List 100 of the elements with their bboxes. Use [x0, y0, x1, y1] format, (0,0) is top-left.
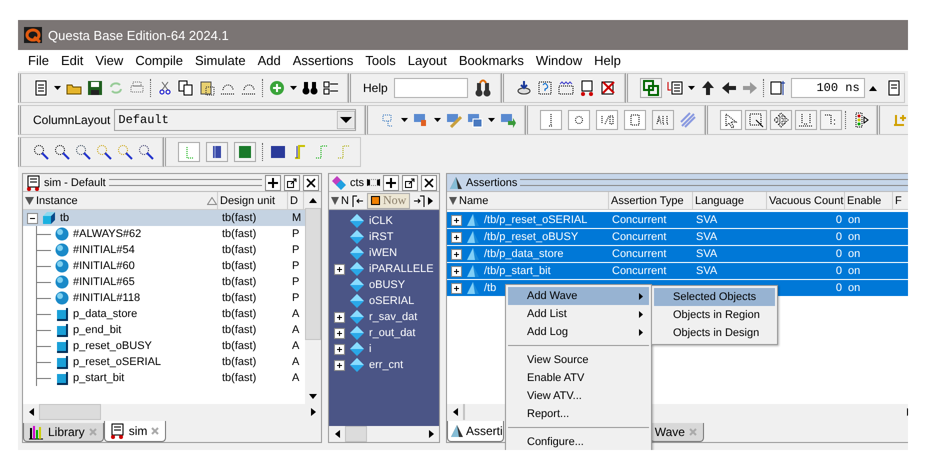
object-row[interactable]: iWEN [329, 245, 439, 261]
instance-row[interactable]: p_data_store tb(fast) A [37, 306, 305, 322]
menu-item[interactable]: Selected Objects [654, 288, 775, 306]
table-cell-text: M [291, 212, 301, 224]
assertion-row[interactable]: /tb/p_reset_oSERIAL Concurrent SVA 0 on [447, 212, 908, 228]
object-row[interactable]: err_cnt [329, 357, 439, 373]
menu-item[interactable]: File [22, 53, 55, 68]
menu-item[interactable]: Report... [508, 405, 649, 423]
column-header[interactable]: Name [459, 194, 488, 206]
table-cell-text: Concurrent [611, 265, 668, 277]
instance-row[interactable]: p_start_bit tb(fast) A [37, 370, 305, 386]
menu-item[interactable]: View Source [508, 351, 649, 369]
signal-name: iPARALLELE [369, 263, 434, 275]
object-row[interactable]: r_sav_dat [329, 309, 439, 325]
menu-item[interactable]: Add Wave [508, 287, 649, 305]
instance-row[interactable]: p_reset_oSERIAL tb(fast) A [37, 354, 305, 370]
table-cell-text: on [847, 282, 862, 294]
instance-row[interactable]: #INITIAL#60 tb(fast) P [37, 258, 305, 274]
instance-row[interactable]: #INITIAL#65 tb(fast) P [37, 274, 305, 290]
instance-name: p_end_bit [73, 324, 122, 336]
instance-row[interactable]: #INITIAL#118 tb(fast) P [37, 290, 305, 306]
panel-tab[interactable]: sim [104, 421, 166, 442]
design-unit-cell-text: tb(fast) [221, 276, 258, 288]
instance-row[interactable]: p_reset_oBUSY tb(fast) A [37, 338, 305, 354]
object-row[interactable]: oSERIAL [329, 293, 439, 309]
table-cell-text: 0 [834, 214, 843, 226]
signal-name: r_sav_dat [369, 311, 418, 323]
object-row[interactable]: iRST [329, 229, 439, 245]
assertion-row[interactable]: /tb/p_reset_oBUSY Concurrent SVA 0 on [447, 229, 908, 245]
assertion-name: /tb/p_data_store [484, 248, 564, 260]
table-cell-text: SVA [695, 231, 718, 243]
menu-item[interactable]: Enable ATV [508, 369, 649, 387]
panel-tab[interactable]: Asserti [447, 421, 504, 442]
menu-item[interactable]: Bookmarks [452, 53, 530, 68]
column-header[interactable]: Assertion Type [611, 194, 684, 206]
column-header[interactable]: Instance [36, 194, 205, 206]
design-unit-cell-text: tb(fast) [221, 228, 258, 240]
menu-item[interactable]: Window [530, 53, 588, 68]
instance-row[interactable]: tb tb(fast) M [23, 210, 305, 226]
menu-item[interactable]: Tools [359, 53, 402, 68]
instance-row[interactable]: p_end_bit tb(fast) A [37, 322, 305, 338]
column-header[interactable]: N [341, 194, 349, 206]
menu-item[interactable]: Objects in Region [654, 306, 775, 324]
table-cell-text: on [847, 265, 862, 277]
column-layout-select[interactable]: Default [114, 109, 356, 131]
instance-name: p_data_store [73, 308, 138, 320]
menu-item[interactable]: View [89, 53, 130, 68]
design-unit-cell-text: tb(fast) [221, 292, 258, 304]
table-cell-text: on [847, 231, 862, 243]
menu-item[interactable]: Assertions [286, 53, 360, 68]
signal-name: err_cnt [369, 359, 404, 371]
object-row[interactable]: i [329, 341, 439, 357]
instance-name: #INITIAL#118 [73, 292, 140, 304]
column-header[interactable]: F [895, 194, 902, 206]
menu-item[interactable]: Objects in Design [654, 324, 775, 342]
column-header[interactable]: D [290, 194, 298, 206]
instance-name: #INITIAL#60 [73, 260, 135, 272]
menu-item[interactable]: Layout [402, 53, 453, 68]
menu-item[interactable]: Add [252, 53, 287, 68]
design-unit-cell-text: tb(fast) [221, 244, 258, 256]
object-row[interactable]: iPARALLELE [329, 261, 439, 277]
instance-row[interactable]: #ALWAYS#62 tb(fast) P [37, 226, 305, 242]
menu-item[interactable]: View ATV... [508, 387, 649, 405]
design-unit-cell-text: tb(fast) [221, 324, 258, 336]
menu-item[interactable]: Compile [129, 53, 189, 68]
column-header[interactable]: Design unit [220, 194, 276, 206]
panel-tab[interactable]: Library [23, 423, 104, 442]
column-header[interactable]: Enable [847, 194, 882, 206]
panel-title: cts [350, 176, 364, 188]
instance-row[interactable]: #INITIAL#54 tb(fast) P [37, 242, 305, 258]
object-row[interactable]: oBUSY [329, 277, 439, 293]
signal-name: iRST [369, 231, 394, 243]
menu-item[interactable]: Help [588, 53, 627, 68]
table-cell-text: P [291, 260, 300, 272]
instance-name: p_reset_oBUSY [73, 340, 152, 352]
table-cell-text: P [291, 228, 300, 240]
table-cell-text: Concurrent [611, 214, 668, 226]
instance-name: #INITIAL#54 [73, 244, 135, 256]
menu-item[interactable]: Add List [508, 305, 649, 323]
assertion-row[interactable]: /tb/p_start_bit Concurrent SVA 0 on [447, 263, 908, 279]
column-header[interactable]: Vacuous Count [769, 194, 844, 206]
assertion-row[interactable]: /tb/p_data_store Concurrent SVA 0 on [447, 246, 908, 262]
object-row[interactable]: r_out_dat [329, 325, 439, 341]
table-cell-text: A [291, 372, 300, 384]
panel-tab[interactable]: Wave [650, 423, 704, 442]
column-header[interactable]: Language [695, 194, 744, 206]
instance-name: p_start_bit [73, 372, 124, 384]
table-cell-text: 0 [834, 248, 843, 260]
menu-item[interactable]: Edit [54, 53, 90, 68]
table-cell-text: SVA [695, 265, 718, 277]
instance-name: #INITIAL#65 [73, 276, 135, 288]
menu-item[interactable]: Configure... [508, 433, 649, 450]
time-field[interactable]: 100 ns [790, 78, 865, 98]
instance-name: tb [60, 212, 70, 224]
menu-item[interactable]: Add Log [508, 323, 649, 341]
table-cell-text: on [847, 248, 862, 260]
table-cell-text: SVA [695, 248, 718, 260]
assertion-name: /tb/p_start_bit [484, 265, 551, 277]
menu-item[interactable]: Simulate [189, 53, 252, 68]
object-row[interactable]: iCLK [329, 213, 439, 229]
